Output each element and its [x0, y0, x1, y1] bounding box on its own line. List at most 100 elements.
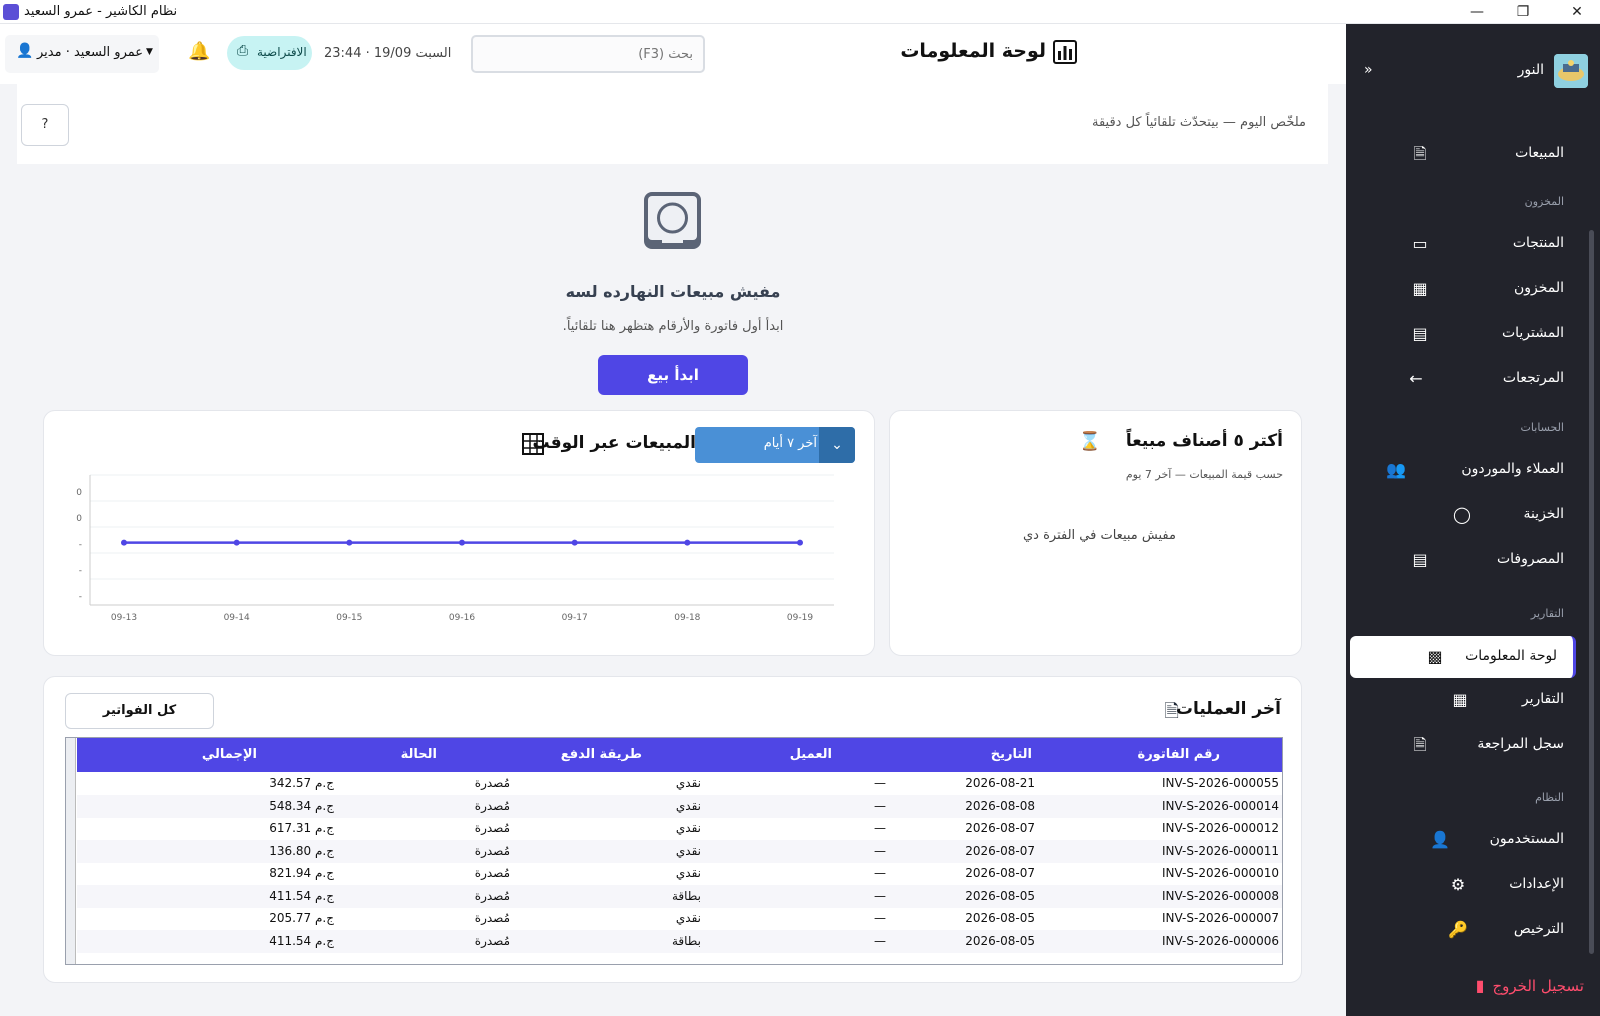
- cell-invoice: INV-S-2026-000008: [1162, 888, 1279, 903]
- collapse-sidebar-icon[interactable]: »: [1364, 62, 1373, 78]
- table-header: رقم الفاتورة التاريخ العميل طريقة الدفع …: [77, 738, 1282, 772]
- key-icon: 🔑: [1448, 920, 1468, 939]
- cell-payment: نقدي: [675, 798, 701, 813]
- sidebar-item-license[interactable]: 🔑 الترخيص: [1346, 910, 1600, 950]
- sidebar-item-audit-log[interactable]: 🗎 سجل المراجعة: [1346, 725, 1600, 765]
- printer-icon: ⎙: [237, 43, 249, 59]
- sidebar-item-products[interactable]: ▭ المنتجات: [1346, 224, 1600, 264]
- table-row[interactable]: INV-S-2026-000011 2026-08-07 — نقدي مُصدرة 13…: [77, 839, 1282, 863]
- app-icon: [3, 4, 19, 20]
- y-tick-label: -: [79, 566, 82, 576]
- cell-total: 548.34 ج.م: [269, 798, 334, 813]
- table-row[interactable]: INV-S-2026-000007 2026-08-05 — نقدي مُصدرة 20…: [77, 907, 1282, 930]
- user-menu[interactable]: 👤 عمرو السعيد · مدير ▼: [5, 35, 159, 73]
- cell-customer: —: [874, 843, 886, 858]
- sidebar-item-label: العملاء والموردون: [1461, 461, 1564, 477]
- cell-invoice: INV-S-2026-000010: [1162, 866, 1279, 880]
- col-total[interactable]: الإجمالي: [202, 747, 257, 762]
- start-sale-button[interactable]: ابدأ بيع: [598, 355, 748, 395]
- sales-chart-title: المبيعات عبر الوقت: [532, 433, 696, 453]
- top-products-card: أكتر ٥ أصناف مبيعاً ⌛ حسب قيمة المبيعات …: [889, 410, 1302, 656]
- sales-chart-card: المبيعات عبر الوقت آخر ٧ أيام ⌄ 0 0 - - - 09-…: [43, 410, 875, 656]
- cell-payment: نقدي: [675, 821, 701, 835]
- sidebar-item-settings[interactable]: ⚙ الإعدادات: [1346, 865, 1600, 905]
- restore-icon[interactable]: ❐: [1500, 0, 1546, 24]
- range-select[interactable]: آخر ٧ أيام ⌄: [695, 427, 855, 463]
- people-icon: 👥: [1386, 460, 1406, 479]
- empty-title: مفيش مبيعات النهارده لسه: [565, 282, 781, 301]
- sidebar-item-dashboard[interactable]: ▩ لوحة المعلومات: [1350, 636, 1576, 678]
- help-button[interactable]: ?: [21, 104, 69, 146]
- col-date[interactable]: التاريخ: [991, 747, 1032, 762]
- table-row[interactable]: INV-S-2026-000010 2026-08-07 — نقدي مُصدرة 82…: [77, 862, 1282, 885]
- cell-date: 2026-08-05: [965, 888, 1035, 903]
- sidebar-item-users[interactable]: 👤 المستخدمون: [1346, 820, 1600, 860]
- data-point: [121, 539, 127, 546]
- window-title: نظام الكاشير - عمرو السعيد: [24, 4, 178, 19]
- logout-label: تسجيل الخروج: [1492, 977, 1584, 995]
- sidebar-item-reports[interactable]: ▦ التقارير: [1346, 680, 1600, 720]
- table-row[interactable]: INV-S-2026-000014 2026-08-08 — نقدي مُصدرة 54…: [77, 794, 1282, 818]
- table-row[interactable]: INV-S-2026-000006 2026-08-05 — بطاقة مُصدرة 4…: [77, 929, 1282, 953]
- sidebar-item-inventory[interactable]: ▦ المخزون: [1346, 269, 1600, 309]
- col-status[interactable]: الحالة: [401, 747, 437, 762]
- table-row[interactable]: INV-S-2026-000055 2026-08-21 — نقدي مُصدرة 34…: [77, 772, 1282, 795]
- cell-payment: نقدي: [675, 911, 701, 925]
- cell-payment: نقدي: [675, 843, 701, 858]
- table-body: INV-S-2026-000055 2026-08-21 — نقدي مُصدرة 34…: [66, 772, 1282, 964]
- cell-invoice: INV-S-2026-000014: [1162, 798, 1279, 813]
- sidebar-item-sales[interactable]: 🗎 المبيعات: [1346, 134, 1600, 174]
- window-titlebar: نظام الكاشير - عمرو السعيد — ❐ ✕: [0, 0, 1600, 24]
- warehouse-icon: ▦: [1412, 279, 1428, 298]
- chevron-down-icon[interactable]: ⌄: [819, 427, 855, 463]
- sidebar-item-label: المصروفات: [1496, 551, 1564, 567]
- sidebar-item-treasury[interactable]: ◯ الخزينة: [1346, 495, 1600, 535]
- col-customer[interactable]: العميل: [790, 747, 832, 762]
- cell-status: مُصدرة: [474, 911, 510, 925]
- cell-customer: —: [874, 821, 886, 835]
- return-arrow-icon: ←: [1409, 369, 1423, 388]
- dashboard-icon: [1053, 40, 1077, 64]
- cell-date: 2026-08-07: [965, 866, 1035, 880]
- logout-button[interactable]: ▮ تسجيل الخروج: [1346, 966, 1600, 1006]
- x-tick-label: 09-18: [674, 613, 700, 623]
- gear-icon: ⚙: [1450, 875, 1466, 894]
- box-icon: ▭: [1412, 234, 1428, 253]
- table-row[interactable]: INV-S-2026-000012 2026-08-07 — نقدي مُصدرة 61…: [77, 817, 1282, 840]
- sidebar-item-returns[interactable]: ← المرتجعات: [1346, 359, 1600, 399]
- close-icon[interactable]: ✕: [1554, 0, 1600, 24]
- search-input[interactable]: [471, 35, 705, 73]
- empty-subtitle: .ابدأ أول فاتورة والأرقام هتظهر هنا تلقا…: [562, 319, 784, 334]
- sidebar-item-label: المبيعات: [1515, 145, 1564, 161]
- report-chart-icon: ▦: [1452, 690, 1468, 709]
- sidebar: النور » 🗎 المبيعات المخزون ▭ المنتجات ▦ …: [1346, 24, 1600, 1016]
- data-point: [346, 539, 353, 546]
- data-point: [797, 539, 803, 546]
- minimize-icon[interactable]: —: [1454, 0, 1500, 24]
- expense-icon: ▤: [1412, 550, 1428, 569]
- x-tick-label: 09-13: [111, 613, 137, 623]
- bell-icon[interactable]: 🔔: [188, 41, 210, 62]
- sidebar-item-purchases[interactable]: ▤ المشتريات: [1346, 314, 1600, 354]
- chevron-down-icon: ▼: [146, 47, 153, 57]
- cell-payment: نقدي: [675, 776, 701, 790]
- all-invoices-button[interactable]: كل الفواتير: [65, 693, 214, 729]
- sidebar-item-expenses[interactable]: ▤ المصروفات: [1346, 540, 1600, 580]
- col-invoice-number[interactable]: رقم الفاتورة: [1138, 747, 1220, 762]
- cell-invoice: INV-S-2026-000007: [1162, 911, 1279, 925]
- printer-badge[interactable]: ⎙ الافتراضية: [227, 36, 312, 70]
- table-row[interactable]: INV-S-2026-000008 2026-08-05 — بطاقة مُصدرة 4…: [77, 884, 1282, 908]
- cell-date: 2026-08-05: [965, 933, 1035, 948]
- y-tick-label: -: [79, 540, 82, 550]
- sidebar-item-customers-suppliers[interactable]: 👥 العملاء والموردون: [1346, 450, 1600, 490]
- y-tick-label: 0: [76, 488, 82, 498]
- range-value: آخر ٧ أيام: [763, 436, 817, 451]
- recent-transactions-card: آخر العمليات 🗎 كل الفواتير رقم الفاتورة …: [43, 676, 1302, 983]
- x-tick-label: 09-17: [562, 613, 588, 623]
- col-payment-method[interactable]: طريقة الدفع: [561, 747, 642, 762]
- receipt-icon: 🗎: [1164, 701, 1179, 722]
- data-point: [684, 539, 691, 546]
- brand-name: النور: [1517, 62, 1544, 78]
- user-icon: 👤: [16, 43, 34, 59]
- data-point: [459, 539, 465, 546]
